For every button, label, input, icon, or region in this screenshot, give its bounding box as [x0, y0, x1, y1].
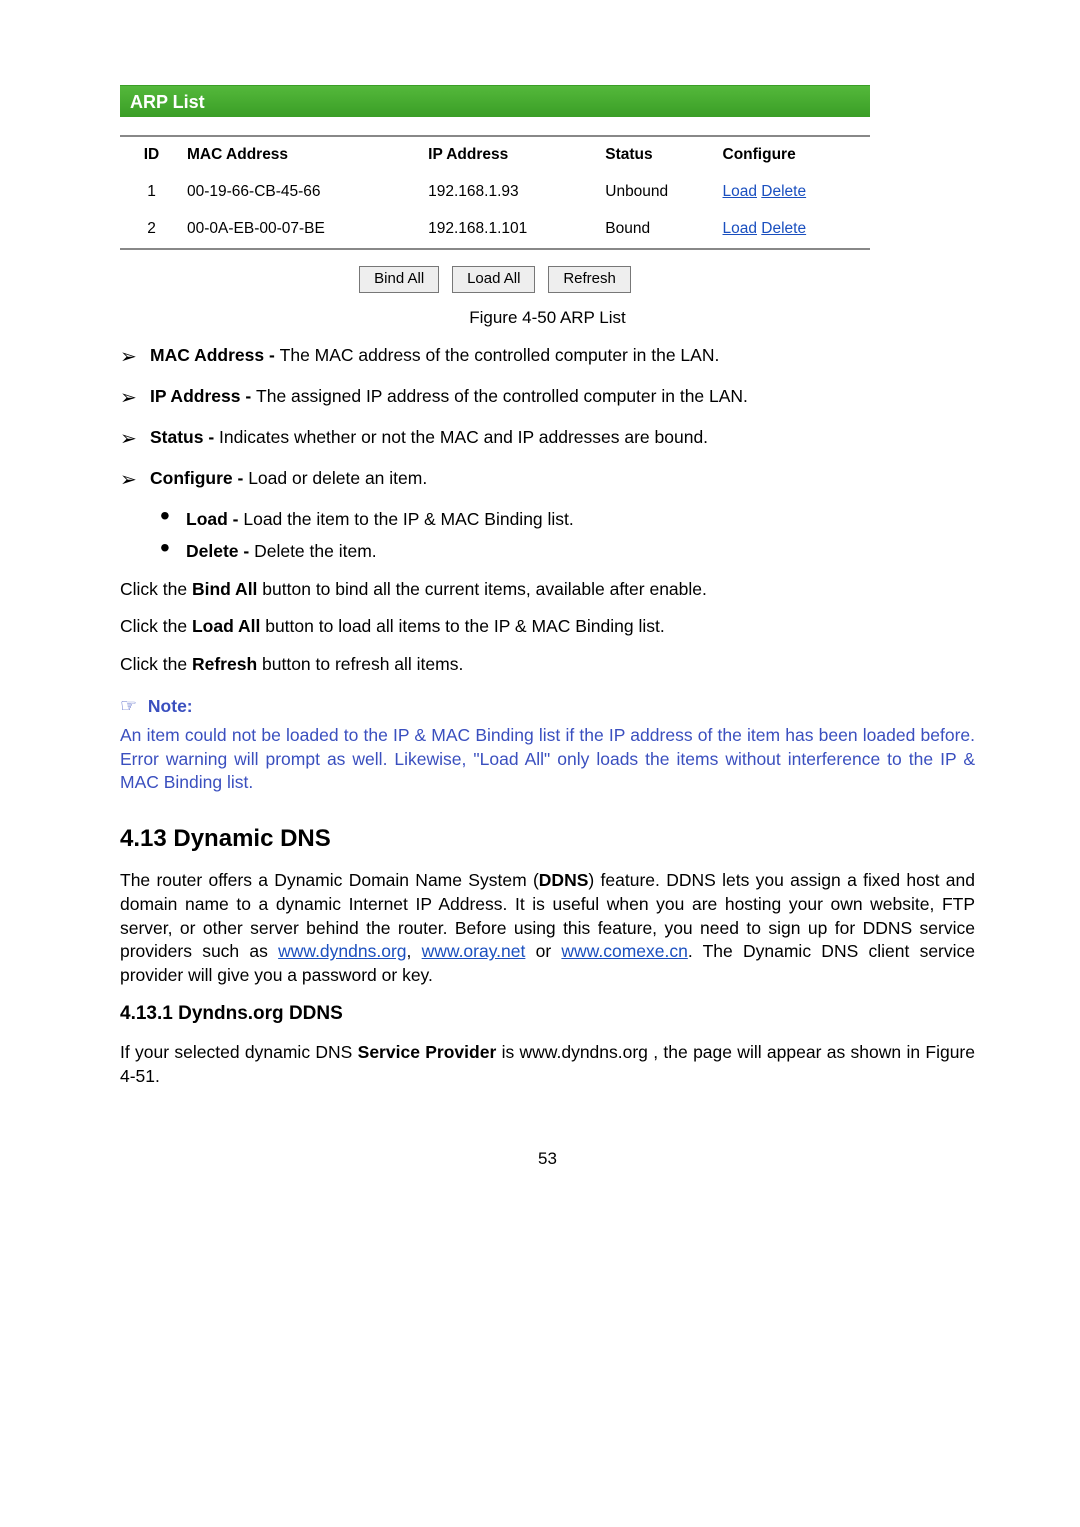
cell-config: Load Delete — [719, 174, 871, 211]
ddns-link-comexe[interactable]: www.comexe.cn — [561, 941, 687, 961]
bullet-text: The assigned IP address of the controlle… — [256, 386, 748, 406]
col-mac: MAC Address — [183, 137, 424, 174]
bullet-text: The MAC address of the controlled comput… — [280, 345, 720, 365]
subsection-heading: 4.13.1 Dyndns.org DDNS — [120, 1001, 975, 1027]
bullet-label: Delete - — [186, 541, 254, 561]
bullet-label: Status - — [150, 427, 219, 447]
bullet-label: MAC Address - — [150, 345, 280, 365]
load-link[interactable]: Load — [723, 183, 757, 200]
cell-config: Load Delete — [719, 211, 871, 248]
table-row: 2 00-0A-EB-00-07-BE 192.168.1.101 Bound … — [120, 211, 870, 248]
col-config: Configure — [719, 137, 871, 174]
cell-mac: 00-19-66-CB-45-66 — [183, 174, 424, 211]
arp-header-row: ID MAC Address IP Address Status Configu… — [120, 137, 870, 174]
list-item: ➢ IP Address - The assigned IP address o… — [120, 385, 975, 412]
chevron-right-icon: ➢ — [120, 426, 150, 453]
cell-mac: 00-0A-EB-00-07-BE — [183, 211, 424, 248]
list-item: • Delete - Delete the item. — [160, 540, 975, 564]
paragraph: If your selected dynamic DNS Service Pro… — [120, 1041, 975, 1088]
bullet-text: Load or delete an item. — [248, 468, 427, 488]
section-heading: 4.13 Dynamic DNS — [120, 823, 975, 855]
bullet-text: Delete the item. — [254, 541, 377, 561]
cell-ip: 192.168.1.93 — [424, 174, 601, 211]
chevron-right-icon: ➢ — [120, 467, 150, 494]
bullet-text: Indicates whether or not the MAC and IP … — [219, 427, 708, 447]
col-ip: IP Address — [424, 137, 601, 174]
cell-status: Bound — [601, 211, 718, 248]
bullet-label: IP Address - — [150, 386, 256, 406]
page-number: 53 — [120, 1148, 975, 1171]
paragraph: Click the Bind All button to bind all th… — [120, 578, 975, 602]
cell-id: 2 — [120, 211, 183, 248]
arp-list-panel: ARP List ID MAC Address IP Address Statu… — [120, 85, 870, 293]
bind-all-button[interactable]: Bind All — [359, 266, 439, 293]
ddns-link-oray[interactable]: www.oray.net — [422, 941, 526, 961]
note-title: Note: — [148, 696, 193, 716]
chevron-right-icon: ➢ — [120, 344, 150, 371]
list-item: ➢ Configure - Load or delete an item. — [120, 467, 975, 494]
bullet-text: Load the item to the IP & MAC Binding li… — [243, 509, 573, 529]
paragraph: Click the Refresh button to refresh all … — [120, 653, 975, 677]
cell-status: Unbound — [601, 174, 718, 211]
load-all-button[interactable]: Load All — [452, 266, 535, 293]
note-heading: ☞ Note: — [120, 694, 975, 720]
cell-id: 1 — [120, 174, 183, 211]
bullet-icon: • — [160, 508, 186, 532]
table-row: 1 00-19-66-CB-45-66 192.168.1.93 Unbound… — [120, 174, 870, 211]
load-link[interactable]: Load — [723, 220, 757, 237]
chevron-right-icon: ➢ — [120, 385, 150, 412]
bullet-icon: • — [160, 540, 186, 564]
note-body: An item could not be loaded to the IP & … — [120, 724, 975, 795]
paragraph: Click the Load All button to load all it… — [120, 615, 975, 639]
cell-ip: 192.168.1.101 — [424, 211, 601, 248]
list-item: ➢ Status - Indicates whether or not the … — [120, 426, 975, 453]
button-row: Bind All Load All Refresh — [120, 266, 870, 293]
bullet-label: Load - — [186, 509, 243, 529]
col-status: Status — [601, 137, 718, 174]
arp-list-title: ARP List — [120, 85, 870, 117]
col-id: ID — [120, 137, 183, 174]
ddns-link-dyndns[interactable]: www.dyndns.org — [278, 941, 406, 961]
delete-link[interactable]: Delete — [761, 220, 806, 237]
paragraph: The router offers a Dynamic Domain Name … — [120, 869, 975, 987]
hand-right-icon: ☞ — [120, 696, 137, 717]
arp-table: ID MAC Address IP Address Status Configu… — [120, 135, 870, 250]
figure-caption: Figure 4-50 ARP List — [120, 307, 975, 330]
list-item: • Load - Load the item to the IP & MAC B… — [160, 508, 975, 532]
delete-link[interactable]: Delete — [761, 183, 806, 200]
refresh-button[interactable]: Refresh — [548, 266, 631, 293]
bullet-label: Configure - — [150, 468, 248, 488]
list-item: ➢ MAC Address - The MAC address of the c… — [120, 344, 975, 371]
